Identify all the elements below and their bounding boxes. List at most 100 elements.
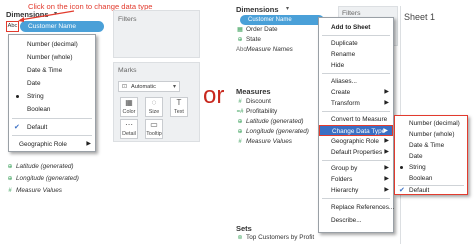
menu-separator xyxy=(12,118,92,119)
sheet-title: Sheet 1 xyxy=(404,12,436,22)
menu-separator xyxy=(322,73,390,74)
menu-item-geographic-role[interactable]: Geographic Role ▶ xyxy=(9,139,95,150)
field-measure-values[interactable]: # Measure Values xyxy=(6,186,62,196)
menu-item-create[interactable]: Create ▶ xyxy=(319,87,393,98)
sets-header: Sets xyxy=(236,224,252,233)
selected-dot-icon xyxy=(16,95,19,98)
field-top-customers[interactable]: ⊚ Top Customers by Profit xyxy=(236,233,314,243)
field-discount[interactable]: # Discount xyxy=(236,97,271,107)
menu-separator xyxy=(322,111,390,112)
menu-separator xyxy=(322,198,390,199)
menu-item-folders[interactable]: Folders ▶ xyxy=(319,174,393,185)
submenu-item-boolean[interactable]: Boolean xyxy=(395,173,467,184)
marks-type-label: Automatic xyxy=(131,84,156,90)
filters-title: Filters xyxy=(118,16,137,23)
menu-separator xyxy=(322,160,390,161)
field-context-menu: Add to Sheet Duplicate Rename Hide Alias… xyxy=(318,17,394,233)
text-icon: T xyxy=(176,98,182,107)
menu-item-duplicate[interactable]: Duplicate xyxy=(319,38,393,49)
or-label: or xyxy=(203,82,225,109)
submenu-arrow-icon: ▶ xyxy=(384,187,389,193)
selected-dot-icon xyxy=(400,166,403,169)
field-measure-values[interactable]: # Measure Values xyxy=(236,137,292,147)
menu-separator xyxy=(322,35,390,36)
submenu-arrow-icon: ▶ xyxy=(384,165,389,171)
menu-item-string[interactable]: String xyxy=(9,91,95,102)
field-longitude[interactable]: ⊕ Longitude (generated) xyxy=(6,174,78,184)
submenu-arrow-icon: ▶ xyxy=(384,149,389,155)
submenu-arrow-icon: ▶ xyxy=(384,100,389,106)
menu-item-add-to-sheet[interactable]: Add to Sheet xyxy=(319,22,393,33)
chevron-down-icon: ▾ xyxy=(172,84,176,90)
menu-item-aliases[interactable]: Aliases... xyxy=(319,76,393,87)
set-icon: ⊚ xyxy=(237,235,243,241)
menu-item-number-whole[interactable]: Number (whole) xyxy=(9,52,95,63)
right-screenshot: Dimensions ▾ Customer Name ▦ Order Date ⊕… xyxy=(234,0,474,244)
submenu-item-number-decimal[interactable]: Number (decimal) xyxy=(395,118,467,129)
globe-icon: ⊕ xyxy=(7,164,13,170)
menu-item-default[interactable]: ✔ Default xyxy=(9,122,95,133)
submenu-arrow-icon: ▶ xyxy=(384,138,389,144)
field-state[interactable]: ⊕ State xyxy=(236,35,260,45)
menu-item-replace-references[interactable]: Replace References... xyxy=(319,202,394,213)
submenu-item-number-whole[interactable]: Number (whole) xyxy=(395,129,467,140)
hash-icon: # xyxy=(238,99,242,105)
submenu-item-date-time[interactable]: Date & Time xyxy=(395,140,467,151)
tooltip-icon: ▭ xyxy=(150,120,158,129)
marks-type-icon: ⊡ xyxy=(122,84,128,90)
globe-icon: ⊕ xyxy=(237,129,243,135)
marks-title: Marks xyxy=(118,67,137,74)
detail-button[interactable]: ⋯ Detail xyxy=(120,119,138,139)
field-profitability[interactable]: =# Profitability xyxy=(236,107,278,117)
size-icon: ◌ xyxy=(151,98,157,107)
submenu-item-default[interactable]: ✔ Default xyxy=(395,186,467,195)
submenu-item-string[interactable]: String xyxy=(395,162,467,173)
data-type-menu: Number (decimal) Number (whole) Date & T… xyxy=(8,34,96,152)
menu-item-convert-to-measure[interactable]: Convert to Measure xyxy=(319,114,393,125)
field-measure-names[interactable]: AbcMeasure Names xyxy=(236,45,293,55)
field-longitude[interactable]: ⊕ Longitude (generated) xyxy=(236,127,308,137)
globe-icon: ⊕ xyxy=(237,37,243,43)
check-icon: ✔ xyxy=(399,187,405,194)
menu-item-describe[interactable]: Describe... xyxy=(319,215,393,226)
menu-item-date[interactable]: Date xyxy=(9,78,95,89)
customer-name-pill[interactable]: Customer Name xyxy=(240,15,324,25)
field-order-date[interactable]: ▦ Order Date xyxy=(236,25,277,35)
menu-item-change-data-type[interactable]: Change Data Type ▶ xyxy=(319,125,393,136)
measures-header: Measures xyxy=(236,87,271,96)
submenu-arrow-icon: ▶ xyxy=(86,141,91,147)
globe-icon: ⊕ xyxy=(237,119,243,125)
marks-type-dropdown[interactable]: ⊡ Automatic ▾ xyxy=(118,81,180,92)
field-latitude[interactable]: ⊕ Latitude (generated) xyxy=(6,162,73,172)
size-button[interactable]: ◌ Size xyxy=(145,97,163,117)
color-icon: ▦ xyxy=(125,98,133,107)
hash-icon: # xyxy=(8,188,12,194)
menu-item-date-time[interactable]: Date & Time xyxy=(9,65,95,76)
menu-item-transform[interactable]: Transform ▶ xyxy=(319,98,393,109)
menu-item-hierarchy[interactable]: Hierarchy ▶ xyxy=(319,185,393,196)
check-icon: ✔ xyxy=(14,124,20,131)
color-button[interactable]: ▦ Color xyxy=(120,97,138,117)
collapse-arrow-icon[interactable]: ▾ xyxy=(286,5,289,12)
menu-item-default-properties[interactable]: Default Properties ▶ xyxy=(319,147,393,158)
menu-item-boolean[interactable]: Boolean xyxy=(9,104,95,115)
calendar-icon: ▦ xyxy=(237,27,243,33)
submenu-item-date[interactable]: Date xyxy=(395,151,467,162)
hash-icon: =# xyxy=(236,109,244,115)
field-latitude[interactable]: ⊕ Latitude (generated) xyxy=(236,117,303,127)
marks-panel: Marks ⊡ Automatic ▾ ▦ Color ◌ Size T Tex… xyxy=(113,62,200,142)
menu-item-group-by[interactable]: Group by ▶ xyxy=(319,163,393,174)
detail-icon: ⋯ xyxy=(125,120,133,129)
change-data-type-submenu: Number (decimal) Number (whole) Date & T… xyxy=(394,115,468,195)
menu-item-geographic-role[interactable]: Geographic Role ▶ xyxy=(319,136,393,147)
filters-title: Filters xyxy=(342,10,361,17)
tooltip-button[interactable]: ▭ Tooltip xyxy=(145,119,163,139)
menu-separator xyxy=(12,135,92,136)
menu-item-number-decimal[interactable]: Number (decimal) xyxy=(9,39,95,50)
abc-icon: Abc xyxy=(236,47,247,53)
submenu-arrow-icon: ▶ xyxy=(384,89,389,95)
menu-item-rename[interactable]: Rename xyxy=(319,49,393,60)
globe-icon: ⊕ xyxy=(7,176,13,182)
text-button[interactable]: T Text xyxy=(170,97,188,117)
menu-item-hide[interactable]: Hide xyxy=(319,60,393,71)
